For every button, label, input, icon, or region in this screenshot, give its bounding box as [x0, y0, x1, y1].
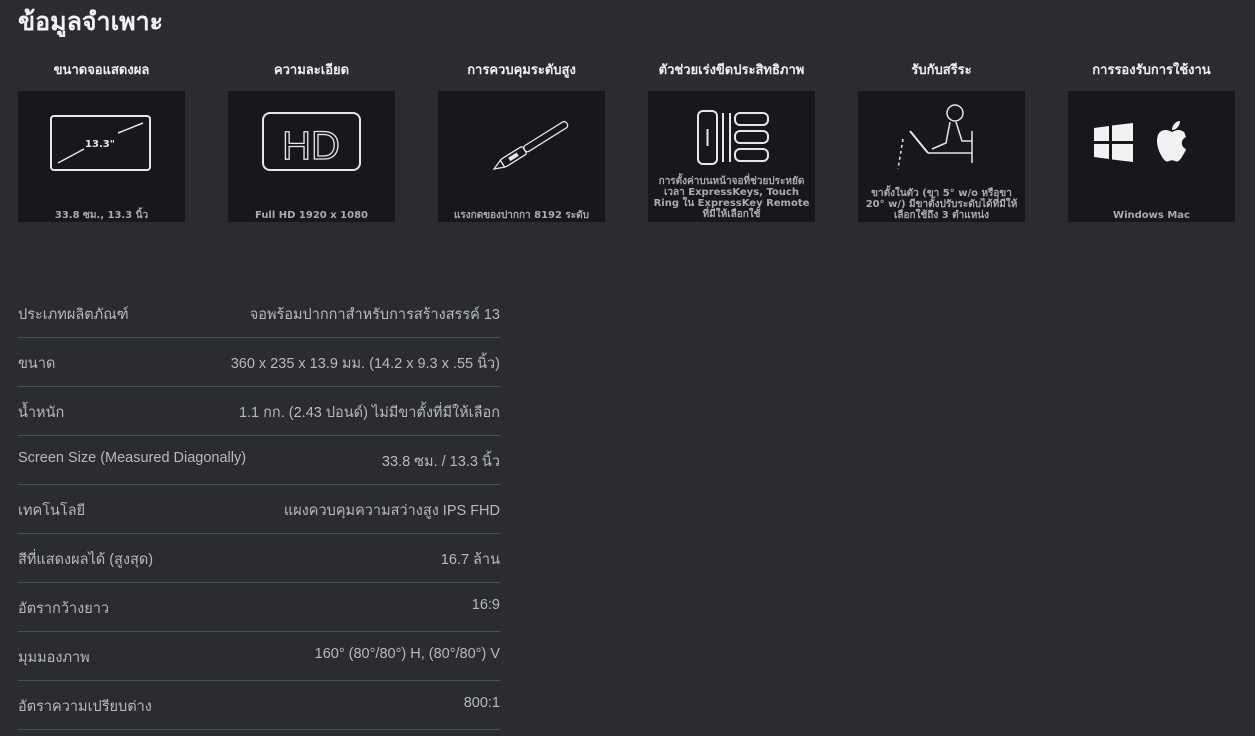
spec-label: อัตรากว้างยาว	[18, 601, 109, 617]
spec-label: Screen Size (Measured Diagonally)	[18, 450, 247, 466]
spec-value: 160° (80°/80°) H, (80°/80°) V	[314, 646, 500, 662]
spec-row-colors: สีที่แสดงผลได้ (สูงสุด) 16.7 ล้าน	[18, 534, 500, 583]
feature-compatibility: การรองรับการใช้งาน Windows Mac	[1068, 60, 1235, 222]
hd-icon: HD	[262, 112, 361, 171]
feature-tile: HD Full HD 1920 x 1080	[228, 91, 395, 222]
spec-row-contrast-ratio: อัตราความเปรียบต่าง 800:1	[18, 681, 500, 730]
feature-resolution: ความละเอียด HD Full HD 1920 x 1080	[228, 60, 395, 222]
spec-value: จอพร้อมปากกาสำหรับการสร้างสรรค์ 13	[249, 307, 500, 323]
feature-caption: Full HD 1920 x 1080	[254, 210, 369, 221]
feature-tile: 13.3" 33.8 ซม., 13.3 นิ้ว	[18, 91, 185, 222]
feature-tile: แรงกดของปากกา 8192 ระดับ	[438, 91, 605, 222]
feature-screen-size: ขนาดจอแสดงผล 13.3" 33.8 ซม., 13.3 นิ้ว	[18, 60, 185, 222]
feature-tile: การตั้งค่าบนหน้าจอที่ช่วยประหยัดเวลา Exp…	[648, 91, 815, 222]
spec-value: 16:9	[471, 597, 500, 613]
spec-label: สีที่แสดงผลได้ (สูงสุด)	[18, 552, 154, 568]
spec-label: น้ำหนัก	[18, 405, 65, 421]
spec-label: ขนาด	[18, 356, 56, 372]
spec-row-technology: เทคโนโลยี แผงควบคุมความสว่างสูง IPS FHD	[18, 485, 500, 534]
spec-row-dimensions: ขนาด 360 x 235 x 13.9 มม. (14.2 x 9.3 x …	[18, 338, 500, 387]
spec-value: 16.7 ล้าน	[440, 552, 500, 568]
feature-title: รับกับสรีระ	[911, 63, 972, 78]
spec-value: แผงควบคุมความสว่างสูง IPS FHD	[283, 503, 500, 519]
spec-table: ประเภทผลิตภัณฑ์ จอพร้อมปากกาสำหรับการสร้…	[18, 289, 500, 730]
feature-title: ความละเอียด	[273, 63, 350, 78]
spec-value: 33.8 ซม. / 13.3 นิ้ว	[381, 454, 500, 470]
feature-pen-control: การควบคุมระดับสูง แรงกดของปากกา 8192 ระด…	[438, 60, 605, 222]
spec-row-viewing-angle: มุมมองภาพ 160° (80°/80°) H, (80°/80°) V	[18, 632, 500, 681]
feature-grid: ขนาดจอแสดงผล 13.3" 33.8 ซม., 13.3 นิ้ว ค…	[0, 60, 1255, 230]
feature-title: ตัวช่วยเร่งขีดประสิทธิภาพ	[658, 63, 805, 78]
windows-apple-icon	[1094, 121, 1186, 162]
feature-ergonomics: รับกับสรีระ ขาตั้งในตัว (ขา 5° w/o หรือข…	[858, 60, 1025, 222]
feature-caption: 33.8 ซม., 13.3 นิ้ว	[54, 210, 149, 221]
pen-icon	[492, 120, 569, 170]
page-title: ข้อมูลจำเพาะ	[18, 7, 164, 36]
screen-size-icon-label: 13.3"	[85, 139, 115, 150]
feature-caption: ขาตั้งในตัว (ขา 5° w/o หรือขา 20° w/) มี…	[865, 188, 1018, 221]
feature-tile: Windows Mac	[1068, 91, 1235, 222]
spec-row-weight: น้ำหนัก 1.1 กก. (2.43 ปอนด์) ไม่มีขาตั้ง…	[18, 387, 500, 436]
feature-title: ขนาดจอแสดงผล	[53, 63, 150, 78]
hd-icon-label: HD	[282, 124, 340, 168]
windows-icon	[1094, 123, 1133, 162]
feature-caption: แรงกดของปากกา 8192 ระดับ	[453, 210, 590, 221]
feature-productivity: ตัวช่วยเร่งขีดประสิทธิภาพ การตั้งค่าบนหน…	[648, 60, 815, 222]
screen-size-icon: 13.3"	[50, 115, 151, 171]
spec-value: 360 x 235 x 13.9 มม. (14.2 x 9.3 x .55 น…	[230, 356, 500, 372]
feature-tile: ขาตั้งในตัว (ขา 5° w/o หรือขา 20° w/) มี…	[858, 91, 1025, 222]
spec-label: อัตราความเปรียบต่าง	[18, 699, 152, 715]
spec-row-product-type: ประเภทผลิตภัณฑ์ จอพร้อมปากกาสำหรับการสร้…	[18, 289, 500, 338]
spec-label: เทคโนโลยี	[18, 503, 86, 519]
spec-row-screen-size: Screen Size (Measured Diagonally) 33.8 ซ…	[18, 436, 500, 485]
spec-value: 800:1	[463, 695, 500, 711]
spec-label: ประเภทผลิตภัณฑ์	[18, 307, 129, 323]
apple-icon	[1157, 121, 1186, 162]
feature-title: การควบคุมระดับสูง	[467, 63, 576, 78]
feature-caption: การตั้งค่าบนหน้าจอที่ช่วยประหยัดเวลา Exp…	[653, 176, 810, 220]
spec-value: 1.1 กก. (2.43 ปอนด์) ไม่มีขาตั้งที่มีให้…	[238, 405, 500, 421]
spec-label: มุมมองภาพ	[18, 650, 90, 666]
spec-row-aspect-ratio: อัตรากว้างยาว 16:9	[18, 583, 500, 632]
feature-caption: Windows Mac	[1113, 210, 1190, 221]
feature-title: การรองรับการใช้งาน	[1092, 63, 1211, 78]
